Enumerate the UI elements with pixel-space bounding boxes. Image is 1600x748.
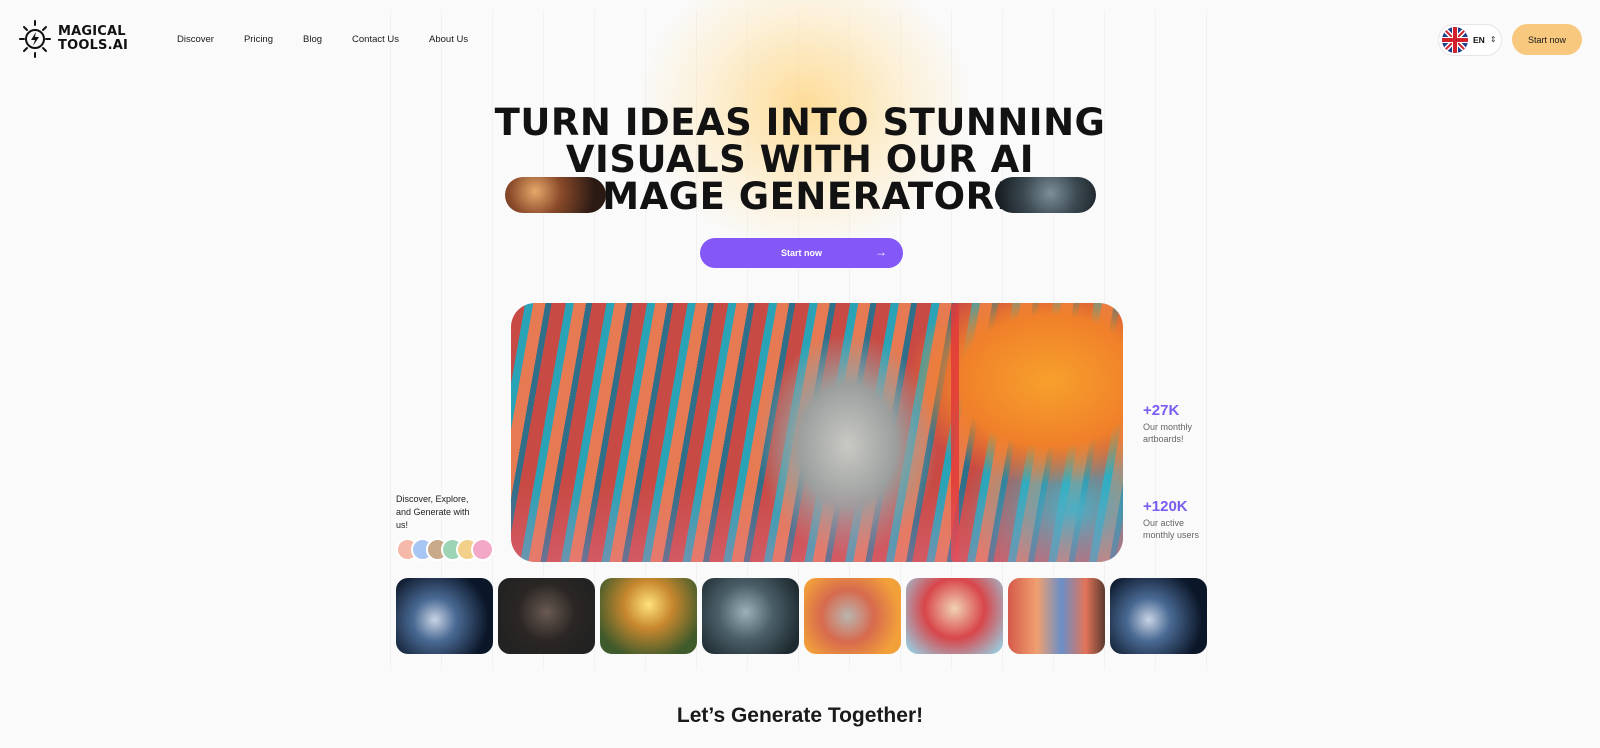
stat-label: Our active monthly users xyxy=(1143,518,1200,540)
arrow-right-icon: → xyxy=(875,245,887,259)
brand-logo[interactable]: MAGICAL TOOLS.AI xyxy=(18,20,128,58)
language-code: EN xyxy=(1473,35,1485,45)
hero-start-button[interactable]: Start now → xyxy=(700,238,903,268)
uk-flag-icon xyxy=(1442,27,1468,53)
stat-label: Our monthly artboards! xyxy=(1143,422,1193,444)
lightning-sun-icon xyxy=(19,20,51,58)
nav-blog[interactable]: Blog xyxy=(303,34,322,45)
main-nav: Discover Pricing Blog Contact Us About U… xyxy=(177,34,468,45)
gallery-thumb-retro-car[interactable] xyxy=(906,578,1003,654)
hero-start-label: Start now xyxy=(780,248,822,258)
stat-users: +120K Our active monthly users xyxy=(1143,498,1213,541)
headline-line-2: VISUALS WITH OUR AI xyxy=(565,138,1035,181)
gallery-thumb-warrior[interactable] xyxy=(702,578,799,654)
stat-artboards: +27K Our monthly artboards! xyxy=(1143,402,1213,445)
brand-name: MAGICAL TOOLS.AI xyxy=(58,25,128,53)
hero-main-image xyxy=(511,303,1123,562)
hero-image-shade xyxy=(511,303,1123,562)
gallery-thumb-spaceship[interactable] xyxy=(396,578,493,654)
gallery-thumb-patterned-face[interactable] xyxy=(804,578,901,654)
headline-image-pill-right xyxy=(995,177,1096,213)
gallery-thumb-monk[interactable] xyxy=(600,578,697,654)
headline-line-1: TURN IDEAS INTO STUNNING xyxy=(494,101,1106,144)
brand-line-2: TOOLS.AI xyxy=(58,38,129,53)
community-tagline: Discover, Explore, and Generate with us! xyxy=(396,494,470,530)
nav-discover[interactable]: Discover xyxy=(177,34,214,45)
gallery-strip xyxy=(396,578,1207,654)
avatar xyxy=(471,538,494,561)
gallery-thumb-spaceship[interactable] xyxy=(1110,578,1207,654)
avatar-stack xyxy=(396,538,494,561)
gallery-thumb-group[interactable] xyxy=(1008,578,1105,654)
brand-line-1: MAGICAL xyxy=(58,24,126,39)
header-start-button[interactable]: Start now xyxy=(1512,24,1582,55)
nav-about-us[interactable]: About Us xyxy=(429,34,468,45)
chevron-updown-icon: ⇕ xyxy=(1489,35,1497,44)
headline-image-pill-left xyxy=(505,177,606,213)
section-title: Let’s Generate Together! xyxy=(676,704,924,727)
nav-contact-us[interactable]: Contact Us xyxy=(352,34,399,45)
language-selector[interactable]: EN ⇕ xyxy=(1438,24,1502,56)
stat-value: +120K xyxy=(1143,498,1188,515)
stat-value: +27K xyxy=(1143,402,1180,419)
gallery-thumb-dark-face[interactable] xyxy=(498,578,595,654)
nav-pricing[interactable]: Pricing xyxy=(244,34,273,45)
